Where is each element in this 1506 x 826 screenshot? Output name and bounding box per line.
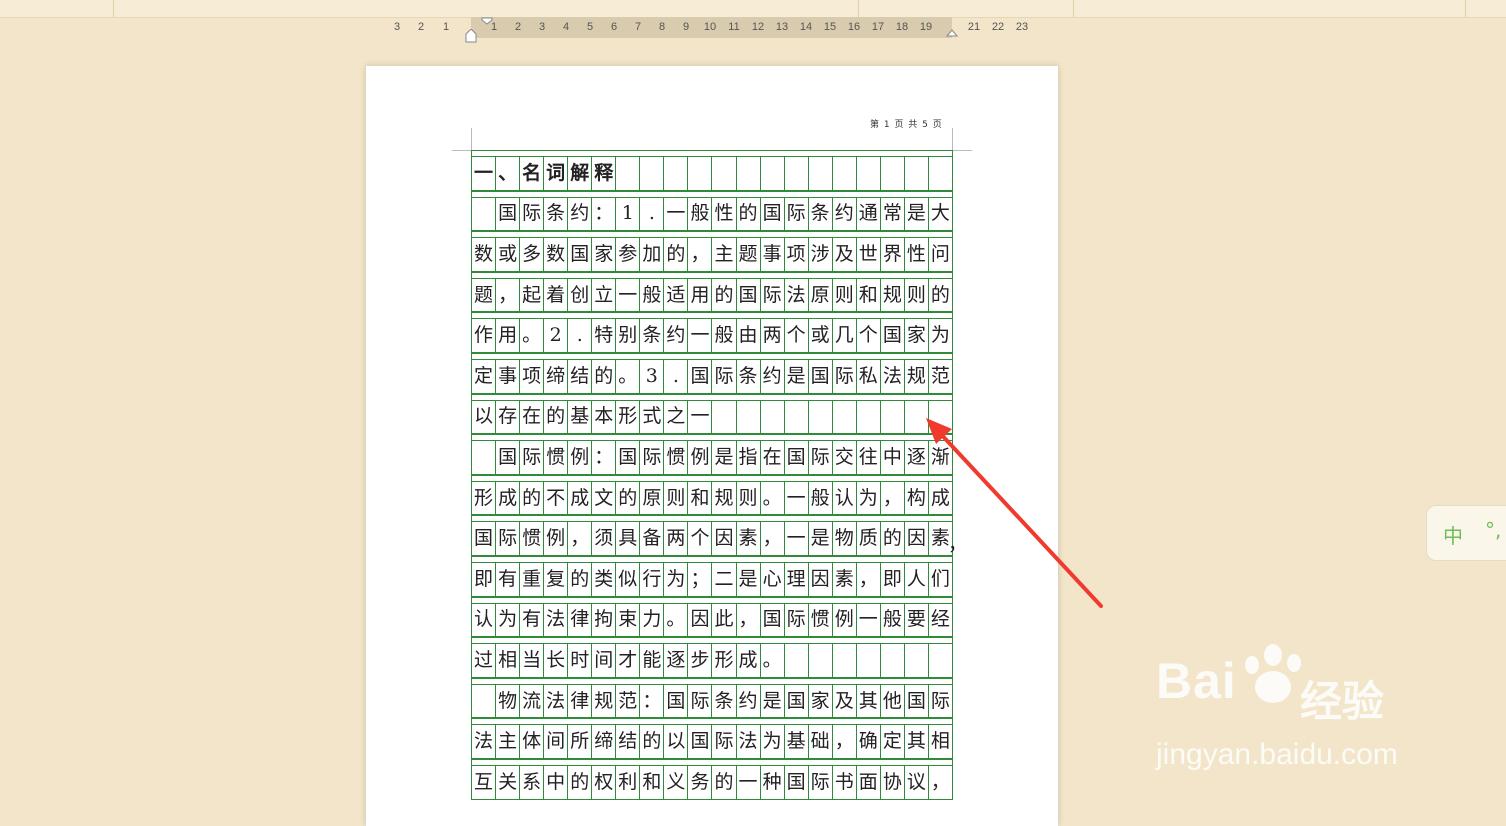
red-arrow-annotation — [926, 418, 1103, 608]
